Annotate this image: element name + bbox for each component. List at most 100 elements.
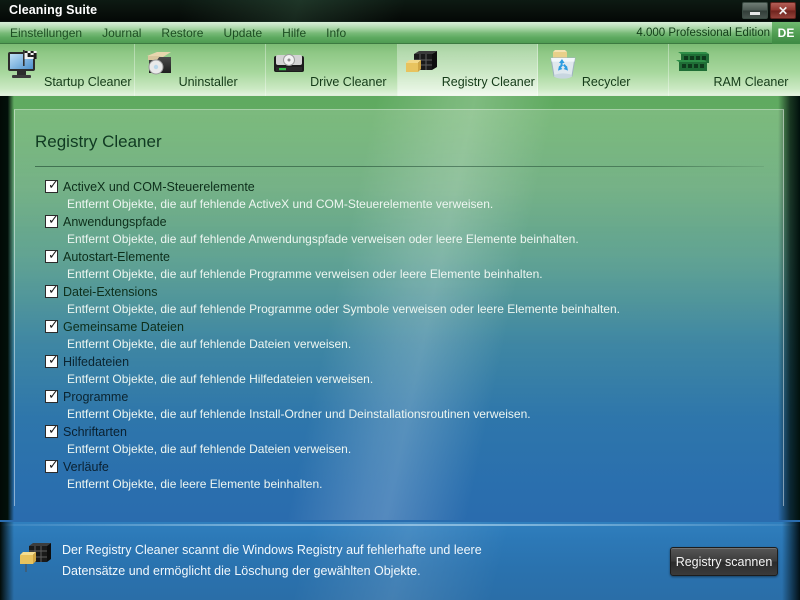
window-title: Cleaning Suite [9, 3, 98, 17]
checkbox-row-programme[interactable]: ✓ Programme [45, 388, 765, 405]
checkbox-autostart-elemente[interactable]: ✓ [45, 248, 59, 263]
check-icon: ✓ [48, 388, 59, 403]
tab-uninstaller[interactable]: Uninstaller [135, 44, 267, 96]
registry-cube-icon [402, 48, 444, 82]
list-item: ✓ Verläufe Entfernt Objekte, die leere E… [45, 458, 765, 491]
monitor-flag-icon [4, 48, 46, 82]
check-icon: ✓ [48, 318, 59, 333]
edition-label: 4.000 Professional Edition [636, 27, 770, 39]
scan-registry-button[interactable]: Registry scannen [670, 547, 778, 576]
check-icon: ✓ [48, 423, 59, 438]
check-icon: ✓ [48, 248, 59, 263]
toolbar-tabs: Startup Cleaner Uninstaller Drive Cleane… [0, 44, 800, 96]
checkbox-datei-extensions[interactable]: ✓ [45, 283, 59, 298]
checkbox-row-schriftarten[interactable]: ✓ Schriftarten [45, 423, 765, 440]
tab-startup-cleaner[interactable]: Startup Cleaner [0, 44, 135, 96]
check-icon: ✓ [48, 178, 59, 193]
list-item: ✓ Gemeinsame Dateien Entfernt Objekte, d… [45, 318, 765, 351]
harddisk-icon [270, 48, 312, 82]
checkbox-row-activex[interactable]: ✓ ActiveX und COM-Steuerelemente [45, 178, 765, 195]
tab-label-registry-cleaner: Registry Cleaner [441, 75, 535, 89]
menu-item-update[interactable]: Update [213, 22, 272, 44]
status-line-2: Datensätze und ermöglicht die Löschung d… [62, 564, 421, 578]
checkbox-row-datei-extensions[interactable]: ✓ Datei-Extensions [45, 283, 765, 300]
check-icon: ✓ [48, 283, 59, 298]
checkbox-activex[interactable]: ✓ [45, 178, 59, 193]
language-selector[interactable]: DE [772, 22, 800, 44]
list-item: ✓ Hilfedateien Entfernt Objekte, die auf… [45, 353, 765, 386]
option-label: Anwendungspfade [63, 214, 167, 229]
option-description: Entfernt Objekte, die auf fehlende Progr… [67, 267, 543, 281]
option-label: ActiveX und COM-Steuerelemente [63, 179, 255, 194]
check-icon: ✓ [48, 213, 59, 228]
checkbox-schriftarten[interactable]: ✓ [45, 423, 59, 438]
titlebar-glow [180, 0, 440, 22]
checkbox-row-verlaeufe[interactable]: ✓ Verläufe [45, 458, 765, 475]
menu-item-journal[interactable]: Journal [92, 22, 151, 44]
checkbox-hilfedateien[interactable]: ✓ [45, 353, 59, 368]
option-description: Entfernt Objekte, die auf fehlende Datei… [67, 337, 352, 351]
option-description: Entfernt Objekte, die auf fehlende Progr… [67, 302, 620, 316]
checkbox-verlaeufe[interactable]: ✓ [45, 458, 59, 473]
menu-item-hilfe[interactable]: Hilfe [272, 22, 316, 44]
registry-options-list: ✓ ActiveX und COM-Steuerelemente Entfern… [45, 178, 765, 493]
tab-recycler[interactable]: Recycler [538, 44, 670, 96]
close-button[interactable]: ✕ [770, 2, 796, 19]
title-divider [35, 166, 764, 167]
page-title: Registry Cleaner [35, 132, 162, 151]
option-label: Programme [63, 389, 129, 404]
checkbox-row-hilfedateien[interactable]: ✓ Hilfedateien [45, 353, 765, 370]
checkbox-row-autostart-elemente[interactable]: ✓ Autostart-Elemente [45, 248, 765, 265]
list-item: ✓ ActiveX und COM-Steuerelemente Entfern… [45, 178, 765, 211]
tab-label-ram-cleaner: RAM Cleaner [713, 75, 789, 89]
menu-item-restore[interactable]: Restore [151, 22, 213, 44]
option-label: Schriftarten [63, 424, 127, 439]
option-description: Entfernt Objekte, die leere Elemente bei… [67, 477, 323, 491]
option-label: Datei-Extensions [63, 284, 158, 299]
status-line-1: Der Registry Cleaner scannt die Windows … [62, 543, 482, 557]
menu-item-info[interactable]: Info [316, 22, 356, 44]
check-icon: ✓ [48, 458, 59, 473]
title-bar: Cleaning Suite ✕ [0, 0, 800, 22]
option-description: Entfernt Objekte, die auf fehlende Datei… [67, 442, 352, 456]
checkbox-row-anwendungspfade[interactable]: ✓ Anwendungspfade [45, 213, 765, 230]
checkbox-row-gemeinsame-dateien[interactable]: ✓ Gemeinsame Dateien [45, 318, 765, 335]
tab-label-drive-cleaner: Drive Cleaner [310, 75, 387, 89]
tab-label-recycler: Recycler [581, 75, 631, 89]
checkbox-gemeinsame-dateien[interactable]: ✓ [45, 318, 59, 333]
minimize-icon [750, 11, 760, 15]
tab-ram-cleaner[interactable]: RAM Cleaner [669, 44, 800, 96]
checkbox-anwendungspfade[interactable]: ✓ [45, 213, 59, 228]
application-window: Cleaning Suite ✕ Einstellungen Journal R… [0, 0, 800, 600]
window-controls: ✕ [742, 2, 796, 19]
option-description: Entfernt Objekte, die auf fehlende Activ… [67, 197, 494, 211]
option-description: Entfernt Objekte, die auf fehlende Insta… [67, 407, 531, 421]
check-icon: ✓ [48, 353, 59, 368]
status-bar-highlight [0, 524, 800, 526]
option-description: Entfernt Objekte, die auf fehlende Anwen… [67, 232, 579, 246]
left-shade [0, 96, 14, 520]
option-label: Verläufe [63, 459, 109, 474]
tab-label-uninstaller: Uninstaller [178, 75, 238, 89]
list-item: ✓ Schriftarten Entfernt Objekte, die auf… [45, 423, 765, 456]
status-left-shade [0, 522, 14, 600]
tab-drive-cleaner[interactable]: Drive Cleaner [266, 44, 398, 96]
content-area: Registry Cleaner ✓ ActiveX und COM-Steue… [0, 96, 800, 520]
registry-cleaner-panel: Registry Cleaner ✓ ActiveX und COM-Steue… [14, 109, 784, 506]
recycle-bin-icon [542, 48, 584, 82]
list-item: ✓ Anwendungspfade Entfernt Objekte, die … [45, 213, 765, 246]
checkbox-programme[interactable]: ✓ [45, 388, 59, 403]
menu-item-einstellungen[interactable]: Einstellungen [0, 22, 92, 44]
memory-module-icon [673, 48, 715, 82]
option-description: Entfernt Objekte, die auf fehlende Hilfe… [67, 372, 374, 386]
list-item: ✓ Programme Entfernt Objekte, die auf fe… [45, 388, 765, 421]
menu-bar: Einstellungen Journal Restore Update Hil… [0, 22, 800, 44]
box-disc-icon [139, 48, 181, 82]
tab-registry-cleaner[interactable]: Registry Cleaner [397, 44, 538, 96]
option-label: Autostart-Elemente [63, 249, 170, 264]
status-right-shade [782, 522, 800, 600]
option-label: Gemeinsame Dateien [63, 319, 184, 334]
status-description: Der Registry Cleaner scannt die Windows … [62, 540, 482, 582]
list-item: ✓ Datei-Extensions Entfernt Objekte, die… [45, 283, 765, 316]
minimize-button[interactable] [742, 2, 768, 19]
